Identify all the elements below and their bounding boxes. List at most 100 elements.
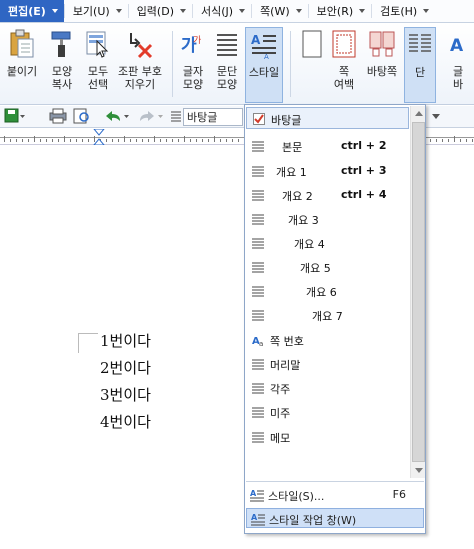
paragraph[interactable]: 3번이다	[100, 384, 151, 405]
svg-text:a: a	[259, 340, 263, 346]
style-item-outline-6[interactable]: 개요 6	[246, 280, 409, 302]
more-toolbar-button[interactable]	[430, 109, 442, 125]
paragraph-style-icon	[170, 109, 182, 126]
ruler-tick	[28, 139, 29, 142]
page-margin-button[interactable]: 쪽 여백	[328, 27, 360, 103]
ruler-tick	[46, 139, 47, 142]
chevron-down-icon	[51, 9, 58, 13]
paragraph-style-icon	[252, 237, 264, 249]
page-icon	[297, 27, 327, 61]
style-item-outline-3[interactable]: 개요 3	[246, 208, 409, 230]
menu-security[interactable]: 보안(R)	[309, 0, 371, 22]
paste-button[interactable]: 붙이기	[4, 27, 40, 103]
chevron-down-icon	[179, 9, 186, 13]
paragraph[interactable]: 4번이다	[100, 411, 151, 432]
menu-insert[interactable]: 입력(D)	[129, 0, 192, 22]
ruler-tick	[112, 139, 113, 142]
master-page-icon	[367, 27, 397, 61]
paste-icon	[7, 27, 37, 61]
menu-page[interactable]: 쪽(W)	[252, 0, 308, 22]
print-button[interactable]	[48, 108, 68, 125]
style-pane-icon: A	[251, 512, 265, 526]
columns-icon	[405, 28, 435, 62]
style-item-endnote[interactable]: 미주	[246, 401, 409, 423]
ruler-tick	[430, 139, 431, 142]
page-button[interactable]	[296, 27, 328, 103]
ruler-tick	[472, 139, 473, 142]
style-dropdown-menu: 바탕글 본문 ctrl + 2 개요 1 ctrl + 3 개요 2 ctrl …	[244, 104, 426, 534]
ruler-tick	[10, 139, 11, 142]
svg-text:A: A	[264, 53, 269, 60]
character-style-icon: Aa	[252, 334, 264, 348]
char-shape-button[interactable]: 가가 글자 모양	[178, 27, 208, 103]
style-item-outline-1[interactable]: 개요 1 ctrl + 3	[246, 160, 409, 182]
style-item-body[interactable]: 본문 ctrl + 2	[246, 135, 409, 157]
style-icon: A	[250, 488, 264, 502]
menu-bar: 편집(E) 보기(U) 입력(D) 서식(J) 쪽(W) 보안(R) 검토(H)	[0, 0, 474, 23]
paragraph[interactable]: 1번이다	[100, 330, 151, 351]
ruler-tick	[214, 136, 215, 142]
undo-icon	[102, 108, 132, 127]
columns-button[interactable]: 단	[404, 27, 436, 103]
svg-text:A: A	[251, 513, 258, 522]
style-item-outline-5[interactable]: 개요 5	[246, 256, 409, 278]
style-item-header[interactable]: 머리말	[246, 353, 409, 375]
menu-view[interactable]: 보기(U)	[65, 0, 128, 22]
style-item-page-number[interactable]: Aa 쪽 번호	[246, 329, 409, 351]
checked-style-icon	[253, 113, 265, 125]
style-button[interactable]: AA 스타일	[245, 27, 283, 103]
scroll-down-button[interactable]	[411, 463, 426, 478]
style-item-outline-2[interactable]: 개요 2 ctrl + 4	[246, 184, 409, 206]
master-page-button[interactable]: 바탕쪽	[364, 27, 400, 103]
page-margin-icon	[329, 27, 359, 61]
ruler-tick	[184, 136, 185, 142]
style-item-outline-4[interactable]: 개요 4	[246, 232, 409, 254]
ruler-tick	[154, 136, 155, 142]
ruler-tick	[22, 139, 23, 142]
style-item-outline-7[interactable]: 개요 7	[246, 304, 409, 326]
style-item-memo[interactable]: 메모	[246, 426, 409, 448]
ruler-tick	[76, 139, 77, 142]
style-item-batang[interactable]: 바탕글	[246, 107, 409, 129]
chevron-up-icon	[414, 111, 423, 116]
paragraph-style-icon	[252, 165, 264, 177]
redo-button[interactable]	[138, 109, 168, 125]
style-combo[interactable]: 바탕글	[183, 108, 243, 126]
select-all-button[interactable]: 모두 선택	[80, 27, 116, 103]
chevron-down-icon	[414, 468, 423, 473]
scroll-thumb[interactable]	[412, 122, 425, 462]
paragraph-style-icon	[252, 213, 264, 225]
undo-button[interactable]	[102, 109, 132, 125]
style-list-scrollbar[interactable]	[410, 106, 425, 478]
style-combo-icon	[170, 109, 182, 125]
paragraph-style-icon	[252, 140, 264, 152]
ribbon: 붙이기 모양 복사 모두 선택 조판 부호 지우기 가가 글자 모양 문단 모양…	[0, 23, 474, 105]
scroll-up-button[interactable]	[411, 106, 426, 121]
chevron-down-icon	[295, 9, 302, 13]
paragraph[interactable]: 2번이다	[100, 357, 151, 378]
menu-separator	[246, 481, 424, 482]
style-pane-item[interactable]: A 스타일 작업 창(W)	[246, 508, 424, 528]
preview-button[interactable]	[72, 108, 92, 127]
ruler-tick	[124, 136, 125, 142]
menu-edit[interactable]: 편집(E)	[0, 0, 64, 22]
format-painter-button[interactable]: 모양 복사	[44, 27, 80, 103]
preview-icon	[72, 108, 92, 127]
para-shape-button[interactable]: 문단 모양	[212, 27, 242, 103]
style-item-footnote[interactable]: 각주	[246, 377, 409, 399]
ruler-tick	[82, 139, 83, 142]
paragraph-style-icon	[252, 285, 264, 297]
menu-format[interactable]: 서식(J)	[193, 0, 251, 22]
clear-marks-button[interactable]: 조판 부호 지우기	[114, 27, 166, 103]
menu-review[interactable]: 검토(H)	[372, 0, 435, 22]
ruler-tick	[130, 139, 131, 142]
ruler-tick	[454, 136, 455, 142]
paragraph-style-icon	[252, 261, 264, 273]
style-dialog-item[interactable]: A 스타일(S)... F6	[246, 485, 424, 505]
text-direction-button[interactable]: A 글 바	[444, 27, 472, 103]
ruler-tick	[232, 139, 233, 142]
chevron-down-icon	[423, 9, 430, 13]
save-button[interactable]	[4, 108, 26, 125]
char-shape-icon: 가가	[178, 27, 208, 61]
ruler-tick	[118, 139, 119, 142]
